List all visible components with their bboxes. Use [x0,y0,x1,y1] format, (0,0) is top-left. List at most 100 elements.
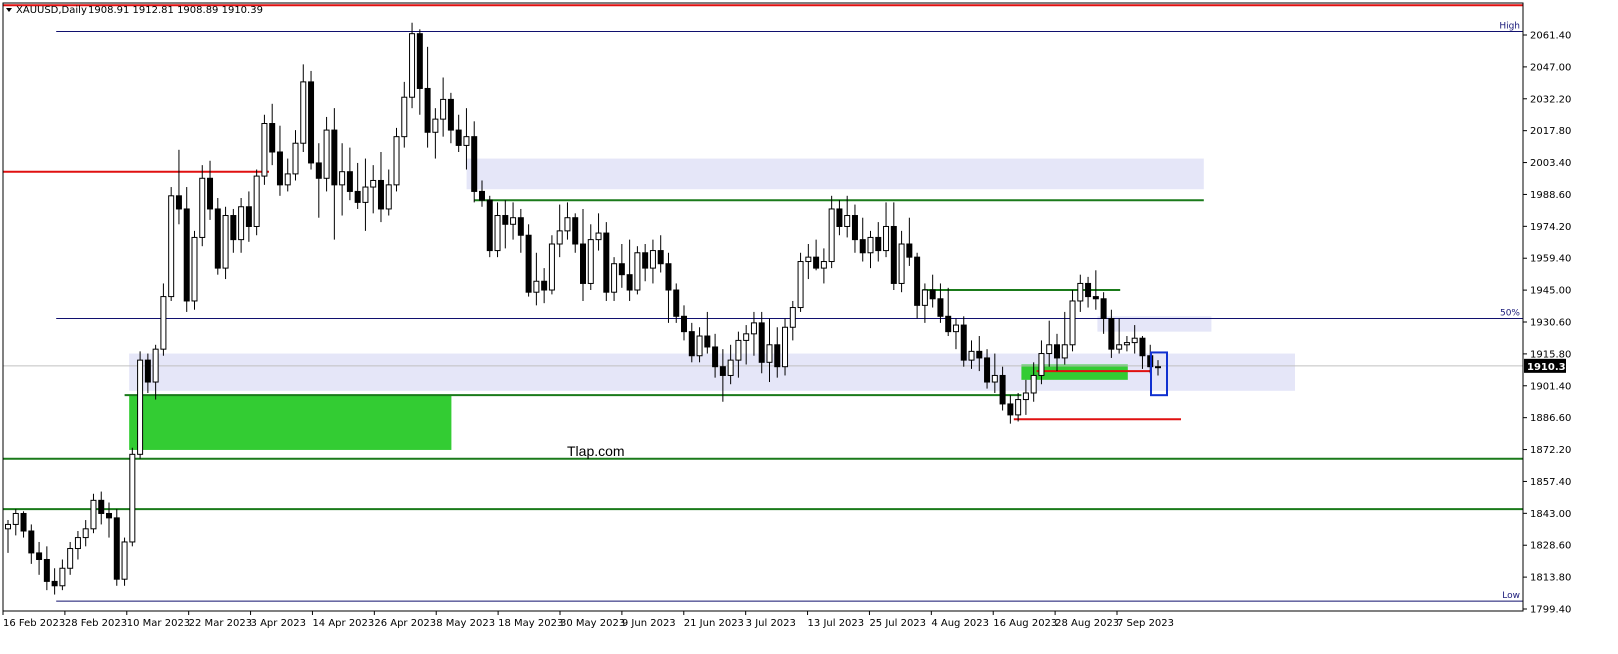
watermark: Tlap.com [567,443,625,459]
x-tick-label: 26 Apr 2023 [374,618,436,629]
candle-body-bullish [696,335,703,357]
candle-body-bullish [634,252,641,291]
candle-body-bearish [230,215,237,241]
x-tick-label: 8 May 2023 [436,618,495,629]
candle-body-bullish [1022,392,1029,401]
candle-body-bearish [346,171,353,192]
green-demand-zone-4 [1021,364,1128,380]
candle-body-bearish [276,151,283,186]
candle-body-bearish [214,208,221,269]
candle-body-bearish [28,530,35,554]
x-tick-label: 9 Jun 2023 [622,618,676,629]
candle-body-bearish [98,499,105,514]
candle-body-bearish [618,263,625,276]
candle-body-bullish [401,96,408,138]
level-label-high: High [1499,21,1520,31]
candle-81 [634,246,641,295]
candle-body-bearish [657,250,664,265]
candle-body-bullish [261,123,268,177]
candle-body-bearish [626,274,633,291]
candle-body-bullish [1131,337,1138,344]
y-tick-label: 1988.60 [1530,190,1571,201]
candle-body-bullish [121,541,128,580]
candle-100 [782,318,789,376]
candle-body-bearish [525,234,532,293]
candle-body-bullish [1123,342,1130,346]
candle-67 [525,224,532,297]
candle-body-bearish [681,315,688,333]
candlestick-chart[interactable]: High 50% Low 2061.40 2047.00 2032.20 2017.80 2… [0,0,1618,654]
candle-body-bearish [1085,282,1092,298]
candle-body-bullish [952,324,959,333]
candle-body-bearish [580,243,586,284]
candle-body-bullish [789,307,796,328]
candle-body-bearish [999,374,1006,405]
chart-header-symbol: XAUUSD,Daily [16,5,87,16]
candle-body-bearish [813,256,820,269]
candle-body-bearish [774,344,781,368]
candle-body-bearish [36,552,43,560]
candle-body-bearish [704,335,711,348]
candle-body-bearish [642,252,649,269]
candle-body-bullish [323,129,330,179]
candle-body-bullish [300,81,307,144]
candle-body-bearish [471,136,478,192]
y-tick-label: 1828.60 [1530,541,1571,552]
candle-102 [797,252,804,312]
x-tick-label: 13 Jul 2023 [808,618,865,629]
y-tick-label: 1872.20 [1530,445,1571,456]
candle-body-bullish [883,225,890,252]
candle-body-bearish [183,208,190,302]
candle-body-bearish [929,289,936,300]
candle-body-bullish [440,98,447,120]
candle-body-bullish [820,261,827,269]
candle-body-bullish [292,142,299,175]
y-tick-label: 1959.40 [1530,254,1571,265]
candle-body-bearish [478,190,485,201]
candle-body-bearish [1139,337,1146,357]
candle-32 [253,169,260,236]
candle-body-bearish [1100,298,1107,319]
level-label-50pct: 50% [1500,308,1520,318]
candle-52 [409,22,416,109]
candle-body-bearish [572,217,579,245]
candle-body-bullish [362,186,369,203]
candle-70 [548,235,555,295]
candle-body-bearish [859,239,866,254]
y-tick-label: 2061.40 [1530,31,1571,42]
candle-body-bullish [74,537,81,550]
x-tick-label: 3 Jul 2023 [746,618,796,629]
candle-body-bearish [144,359,151,383]
candle-body-bearish [937,298,944,317]
candle-body-bearish [890,225,897,284]
y-tick-label: 1813.80 [1530,573,1571,584]
candle-body-bearish [758,322,765,363]
candle-body-bullish [1155,366,1161,369]
y-tick-label: 1886.60 [1530,413,1571,424]
x-tick-label: 16 Aug 2023 [993,618,1057,629]
candle-body-bullish [152,348,159,383]
candle-body-bullish [191,236,198,302]
candle-body-bullish [991,374,998,383]
candle-body-bullish [649,250,656,269]
candle-body-bullish [90,499,97,530]
candle-body-bullish [921,289,928,306]
candle-body-bearish [354,190,361,203]
candle-body-bullish [727,359,734,376]
current-price-label: 1910.39 [1527,362,1573,373]
candle-body-bullish [137,359,144,455]
x-tick-label: 7 Sep 2023 [1117,618,1174,629]
x-tick-label: 3 Apr 2023 [251,618,306,629]
candle-body-bearish [424,87,431,133]
candle-body-bullish [548,243,555,291]
candle-body-bearish [1053,344,1060,359]
candle-body-bullish [463,136,470,146]
candle-24 [191,230,198,310]
candle-body-bullish [284,173,291,186]
candle-body-bearish [447,98,454,131]
candle-body-bearish [875,236,882,252]
candle-body-bearish [416,33,423,89]
candle-body-bearish [207,177,214,210]
candle-body-bullish [12,512,19,525]
candle-body-bearish [688,331,695,357]
